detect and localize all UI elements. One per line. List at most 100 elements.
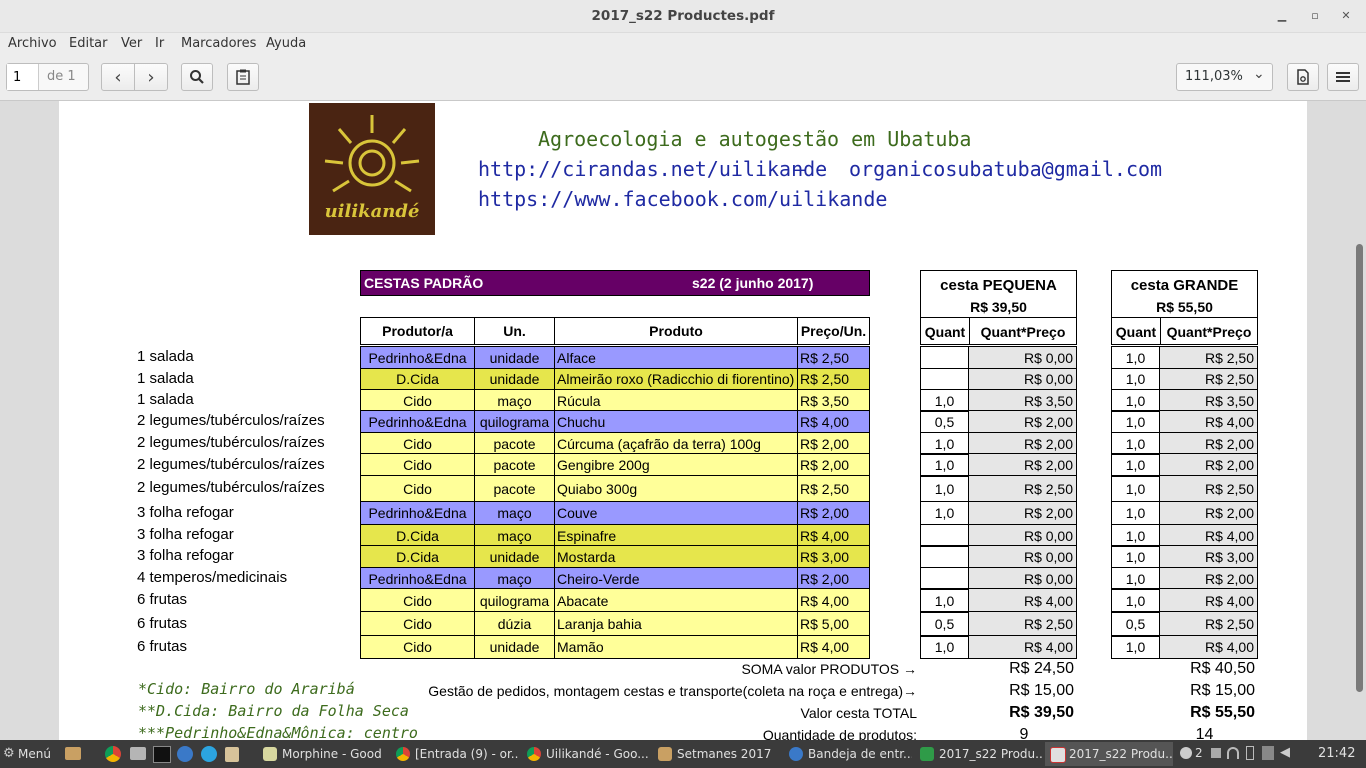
toolbar: de 1 ‹ › 111,03% ⌄ (0, 55, 1366, 101)
document-properties-button[interactable] (1287, 63, 1319, 91)
task-morphine[interactable]: Morphine - Good (258, 742, 388, 766)
large-quant-cell: 1,0 (1111, 588, 1160, 613)
menu-ver[interactable]: Ver (121, 36, 142, 51)
cell-unidade: pacote (474, 453, 555, 477)
logo-text: uilikandé (324, 201, 420, 222)
large-quantpreco-cell: R$ 3,00 (1159, 545, 1258, 568)
large-quant-cell: 1,0 (1111, 368, 1160, 390)
cell-preco: R$ 3,00 (797, 545, 870, 568)
page-number-input[interactable] (7, 64, 39, 90)
cell-unidade: quilograma (474, 588, 555, 613)
volume-icon[interactable]: ◀ (1280, 745, 1290, 760)
chrome-icon (527, 747, 541, 761)
menu-ayuda[interactable]: Ayuda (266, 36, 306, 51)
uilikande-logo: uilikandé (309, 103, 435, 235)
small-quant-cell: 0,5 (920, 611, 969, 637)
battery-icon[interactable] (1246, 746, 1254, 760)
large-quantpreco-cell: R$ 2,00 (1159, 567, 1258, 590)
menu-ir[interactable]: Ir (155, 36, 164, 51)
files-icon[interactable] (130, 747, 146, 760)
small-quant-cell (920, 368, 969, 390)
cell-produtor: Cido (360, 588, 475, 613)
cell-produtor: Pedrinho&Edna (360, 567, 475, 590)
summary-large-value: R$ 55,50 (1190, 704, 1255, 721)
cell-produtor: D.Cida (360, 545, 475, 568)
telegram-icon[interactable] (201, 746, 217, 762)
large-quant-cell: 0,5 (1111, 611, 1160, 637)
header-produtor: Produtor/a (360, 317, 475, 345)
cell-produto: Couve (554, 501, 798, 525)
window-title: 2017_s22 Productes.pdf (591, 8, 775, 24)
app-menu-button[interactable] (1327, 63, 1359, 91)
maximize-button[interactable]: ▫ (1305, 6, 1325, 26)
small-quantpreco-cell: R$ 2,00 (968, 410, 1077, 433)
minimize-button[interactable]: ▁ (1272, 6, 1292, 26)
thunderbird-icon (789, 747, 803, 761)
taskbar: ⚙ Menú Morphine - Good [Entrada (9) - or… (0, 740, 1366, 768)
cestas-banner: CESTAS PADRÃO s22 (2 junho 2017) (360, 270, 870, 296)
small-quant-cell: 1,0 (920, 389, 969, 412)
menu-bar: Archivo Editar Ver Ir Marcadores Ayuda (0, 33, 1366, 55)
cell-produto: Mostarda (554, 545, 798, 568)
header-website-link: http://cirandas.net/uilikande (478, 157, 828, 181)
menu-archivo[interactable]: Archivo (8, 36, 57, 51)
vertical-scrollbar[interactable] (1356, 244, 1363, 692)
summary-label: Gestão de pedidos, montagem cestas e tra… (428, 683, 917, 699)
tray-icon[interactable] (1211, 748, 1221, 758)
task-pdf-viewer[interactable]: 2017_s22 Produ... (1045, 742, 1173, 766)
cell-produtor: Pedrinho&Edna (360, 346, 475, 369)
thunderbird-icon[interactable] (177, 746, 193, 762)
folder-icon[interactable] (65, 747, 81, 760)
task-spreadsheet[interactable]: 2017_s22 Produ... (915, 742, 1043, 766)
task-bandeja[interactable]: Bandeja de entr... (784, 742, 912, 766)
cell-preco: R$ 4,00 (797, 588, 870, 613)
cell-unidade: pacote (474, 475, 555, 502)
large-quantpreco-cell: R$ 2,50 (1159, 611, 1258, 637)
header-produto: Produto (554, 317, 798, 345)
large-quant-cell: 1,0 (1111, 346, 1160, 369)
large-quantpreco-cell: R$ 2,50 (1159, 346, 1258, 369)
summary-large-value: 14 (1195, 726, 1214, 740)
menu-editar[interactable]: Editar (69, 36, 108, 51)
hamburger-menu-icon (1336, 72, 1350, 82)
clipboard-tray-icon[interactable] (1262, 746, 1274, 760)
cell-produtor: Cido (360, 611, 475, 637)
small-quant-cell: 1,0 (920, 453, 969, 477)
chrome-icon[interactable] (105, 746, 121, 762)
small-quantpreco-cell: R$ 3,50 (968, 389, 1077, 412)
clipboard-app-icon[interactable] (225, 747, 239, 762)
document-viewport[interactable]: uilikandé Agroecologia e autogestão em U… (0, 101, 1366, 740)
cell-produto: Quiabo 300g (554, 475, 798, 502)
gear-icon: ⚙ (3, 746, 15, 761)
cell-produtor: Cido (360, 635, 475, 659)
row-category: 1 salada (137, 370, 194, 387)
close-button[interactable]: ✕ (1336, 6, 1356, 26)
cell-unidade: unidade (474, 368, 555, 390)
previous-page-button[interactable]: ‹ (101, 63, 135, 91)
annotations-button[interactable] (227, 63, 259, 91)
task-setmanes[interactable]: Setmanes 2017 (653, 742, 781, 766)
cell-produtor: D.Cida (360, 368, 475, 390)
zoom-select[interactable]: 111,03% ⌄ (1176, 63, 1273, 91)
cell-preco: R$ 3,50 (797, 389, 870, 412)
cell-preco: R$ 2,50 (797, 368, 870, 390)
cell-unidade: dúzia (474, 611, 555, 637)
cell-preco: R$ 4,00 (797, 410, 870, 433)
start-menu-button[interactable]: ⚙ Menú (0, 742, 60, 766)
notification-icon[interactable] (1180, 747, 1192, 759)
network-icon[interactable] (1227, 747, 1239, 759)
large-quant-cell: 1,0 (1111, 635, 1160, 659)
task-entrada[interactable]: [Entrada (9) - or... (391, 742, 519, 766)
quick-launch (62, 744, 252, 764)
small-quantpreco-cell: R$ 2,00 (968, 453, 1077, 477)
small-quant-cell: 0,5 (920, 410, 969, 433)
cell-unidade: unidade (474, 635, 555, 659)
next-page-button[interactable]: › (134, 63, 168, 91)
terminal-icon[interactable] (153, 746, 171, 763)
menu-marcadores[interactable]: Marcadores (181, 36, 256, 51)
row-category: 3 folha refogar (137, 547, 234, 564)
summary-large-value: R$ 40,50 (1190, 660, 1255, 677)
search-button[interactable] (181, 63, 213, 91)
task-uilikande[interactable]: Uilikandé - Goo... (522, 742, 650, 766)
note-pedrinho: ***Pedrinho&Edna&Mônica: centro (138, 724, 418, 740)
